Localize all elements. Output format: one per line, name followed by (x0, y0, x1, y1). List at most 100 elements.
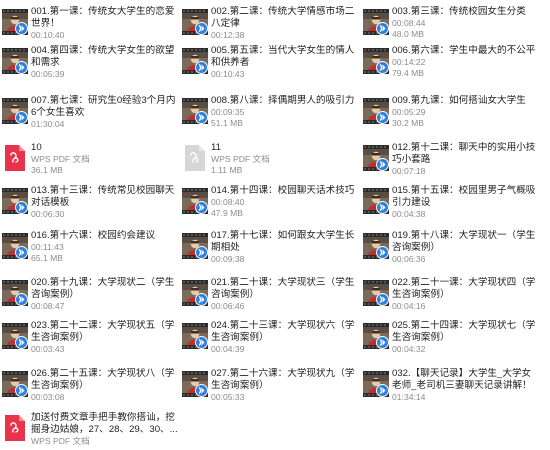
file-meta-primary: 00:09:38 (211, 254, 245, 264)
file-meta-primary: 00:14:22 (392, 57, 426, 67)
file-item[interactable]: 012.第十二课：聊天中的实用小技巧小套路 00:07:18 (361, 142, 539, 180)
file-item[interactable]: 017.第十七课：如何跟女大学生长期相处 00:09:38 (180, 230, 358, 268)
file-info: 020.第十九课：大学现状二（学生咨询案例） 00:08:47 (31, 277, 178, 312)
file-item[interactable]: 025.第二十四课：大学现状七（学生咨询案例） 00:04:32 (361, 320, 539, 358)
file-name: 019.第十八课：大学现状一（学生咨询案例） (392, 230, 536, 253)
file-meta-primary: 00:06:46 (211, 301, 245, 311)
file-name: 021.第二十课：大学现状三（学生咨询案例） (211, 277, 355, 300)
file-item[interactable]: 001.第一课：传统女大学生的恋爱世界！ 00:10:40 (0, 6, 178, 44)
file-item[interactable]: 016.第十六课：校园约会建议 00:11:43 65.1 MB (0, 230, 178, 268)
media-player-badge-icon (376, 22, 389, 35)
file-meta-primary: 00:05:29 (392, 107, 426, 117)
file-info: 027.第二十六课：大学现状九（学生咨询案例） 00:05:33 (211, 368, 358, 403)
file-item[interactable]: 004.第四课：传统大学女生的欲望和需求 00:05:39 (0, 45, 178, 83)
file-info: 013.第十三课：传统常见校园聊天对话模板 00:06:30 (31, 185, 178, 220)
media-player-badge-icon (195, 293, 208, 306)
file-name: 006.第六课：学生中最大的不公平 (392, 45, 536, 56)
file-name: 016.第十六课：校园约会建议 (31, 230, 156, 241)
file-item[interactable]: 11 WPS PDF 文档 1.11 MB (180, 142, 358, 180)
file-meta-primary: 00:10:40 (31, 30, 65, 40)
file-item[interactable]: 002.第二课：传统大学情感市场二八定律 00:12:38 (180, 6, 358, 44)
media-player-badge-icon (195, 22, 208, 35)
file-size: 51.1 MB (211, 118, 244, 128)
file-item[interactable]: 027.第二十六课：大学现状九（学生咨询案例） 00:05:33 (180, 368, 358, 406)
file-info: 001.第一课：传统女大学生的恋爱世界！ 00:10:40 (31, 6, 178, 41)
file-item[interactable]: 008.第八课：择偶期男人的吸引力 00:09:35 51.1 MB (180, 95, 358, 133)
file-info: 003.第三课：传统校园女生分类 00:08:44 48.0 MB (392, 6, 539, 40)
file-item[interactable]: 023.第二十二课：大学现状五（学生咨询案例） 00:03:43 (0, 320, 178, 358)
file-info: 加送付费文章手把手教你搭讪，挖掘身边姑娘，27、28、29、30、... WPS … (31, 412, 178, 447)
file-name: 025.第二十四课：大学现状七（学生咨询案例） (392, 320, 536, 343)
file-name: 020.第十九课：大学现状二（学生咨询案例） (31, 277, 175, 300)
file-item[interactable]: 021.第二十课：大学现状三（学生咨询案例） 00:06:46 (180, 277, 358, 315)
media-player-badge-icon (376, 336, 389, 349)
file-info: 021.第二十课：大学现状三（学生咨询案例） 00:06:46 (211, 277, 358, 312)
file-item[interactable]: 013.第十三课：传统常见校园聊天对话模板 00:06:30 (0, 185, 178, 223)
media-player-badge-icon (15, 61, 28, 74)
file-item[interactable]: 009.第九课：如何搭讪女大学生 00:05:29 30.2 MB (361, 95, 539, 133)
file-name: 004.第四课：传统大学女生的欲望和需求 (31, 45, 175, 68)
file-meta-primary: WPS PDF 文档 (211, 154, 270, 164)
file-meta-primary: 00:04:32 (392, 344, 426, 354)
file-info: 004.第四课：传统大学女生的欲望和需求 00:05:39 (31, 45, 178, 80)
media-player-badge-icon (15, 293, 28, 306)
file-name: 024.第二十三课：大学现状六（学生咨询案例） (211, 320, 355, 343)
file-size: 30.2 MB (392, 118, 425, 128)
file-meta-primary: 01:34:14 (392, 392, 426, 402)
media-player-badge-icon (376, 384, 389, 397)
file-name: 032.【聊天记录】大学生_大学女老师_老司机三妻聊天记录讲解！ (392, 368, 532, 391)
file-item[interactable]: 024.第二十三课：大学现状六（学生咨询案例） 00:04:39 (180, 320, 358, 358)
file-info: 026.第二十五课：大学现状八（学生咨询案例） 00:03:08 (31, 368, 178, 403)
media-player-badge-icon (376, 293, 389, 306)
file-info: 019.第十八课：大学现状一（学生咨询案例） 00:06:36 (392, 230, 539, 265)
file-item[interactable]: 022.第二十一课：大学现状四（学生咨询案例） 00:04:16 (361, 277, 539, 315)
file-item[interactable]: 020.第十九课：大学现状二（学生咨询案例） 00:08:47 (0, 277, 178, 315)
media-player-badge-icon (15, 246, 28, 259)
file-size: 79.4 MB (392, 68, 425, 78)
file-item[interactable]: 10 WPS PDF 文档 36.1 MB (0, 142, 178, 180)
file-name: 015.第十五课：校园里男子气概吸引力建设 (392, 185, 536, 208)
file-meta-primary: 00:04:38 (392, 209, 426, 219)
file-name: 002.第二课：传统大学情感市场二八定律 (211, 6, 355, 29)
file-info: 025.第二十四课：大学现状七（学生咨询案例） 00:04:32 (392, 320, 539, 355)
file-meta-primary: 00:03:43 (31, 344, 65, 354)
file-name: 023.第二十二课：大学现状五（学生咨询案例） (31, 320, 175, 343)
file-item[interactable]: 014.第十四课：校园聊天话术技巧 00:08:40 47.9 MB (180, 185, 358, 223)
media-player-badge-icon (376, 61, 389, 74)
file-name: 11 (211, 142, 221, 153)
file-name: 017.第十七课：如何跟女大学生长期相处 (211, 230, 355, 253)
file-item[interactable]: 加送付费文章手把手教你搭讪，挖掘身边姑娘，27、28、29、30、... WPS … (0, 412, 178, 450)
file-meta-primary: 00:12:38 (211, 30, 245, 40)
file-item[interactable]: 019.第十八课：大学现状一（学生咨询案例） 00:06:36 (361, 230, 539, 268)
file-meta-primary: 00:08:40 (211, 197, 245, 207)
file-meta-primary: 00:05:39 (31, 69, 65, 79)
pdf-file-icon (4, 144, 26, 172)
media-player-badge-icon (195, 246, 208, 259)
file-meta-primary: 00:10:43 (211, 69, 245, 79)
media-player-badge-icon (376, 201, 389, 214)
file-item[interactable]: 006.第六课：学生中最大的不公平 00:14:22 79.4 MB (361, 45, 539, 83)
file-item[interactable]: 003.第三课：传统校园女生分类 00:08:44 48.0 MB (361, 6, 539, 44)
file-meta-primary: 00:04:39 (211, 344, 245, 354)
file-info: 002.第二课：传统大学情感市场二八定律 00:12:38 (211, 6, 358, 41)
file-meta-primary: 00:05:33 (211, 392, 245, 402)
file-item[interactable]: 015.第十五课：校园里男子气概吸引力建设 00:04:38 (361, 185, 539, 223)
file-info: 016.第十六课：校园约会建议 00:11:43 65.1 MB (31, 230, 178, 264)
pdf-file-icon (184, 144, 206, 172)
file-info: 015.第十五课：校园里男子气概吸引力建设 00:04:38 (392, 185, 539, 220)
file-item[interactable]: 005.第五课：当代大学女生的情人和供养者 00:10:43 (180, 45, 358, 83)
file-info: 017.第十七课：如何跟女大学生长期相处 00:09:38 (211, 230, 358, 265)
media-player-badge-icon (195, 384, 208, 397)
file-size: 48.0 MB (392, 29, 425, 39)
file-info: 032.【聊天记录】大学生_大学女老师_老司机三妻聊天记录讲解！ 01:34:14 (392, 368, 539, 403)
media-player-badge-icon (195, 61, 208, 74)
file-item[interactable]: 032.【聊天记录】大学生_大学女老师_老司机三妻聊天记录讲解！ 01:34:14 (361, 368, 539, 406)
file-size: 36.1 MB (31, 165, 64, 175)
media-player-badge-icon (195, 111, 208, 124)
file-info: 023.第二十二课：大学现状五（学生咨询案例） 00:03:43 (31, 320, 178, 355)
file-info: 008.第八课：择偶期男人的吸引力 00:09:35 51.1 MB (211, 95, 358, 129)
file-info: 10 WPS PDF 文档 36.1 MB (31, 142, 178, 176)
file-meta-primary: 00:06:36 (392, 254, 426, 264)
file-item[interactable]: 026.第二十五课：大学现状八（学生咨询案例） 00:03:08 (0, 368, 178, 406)
file-item[interactable]: 007.第七课：研究生0经验3个月内6个女生喜欢 01:30:04 (0, 95, 178, 133)
